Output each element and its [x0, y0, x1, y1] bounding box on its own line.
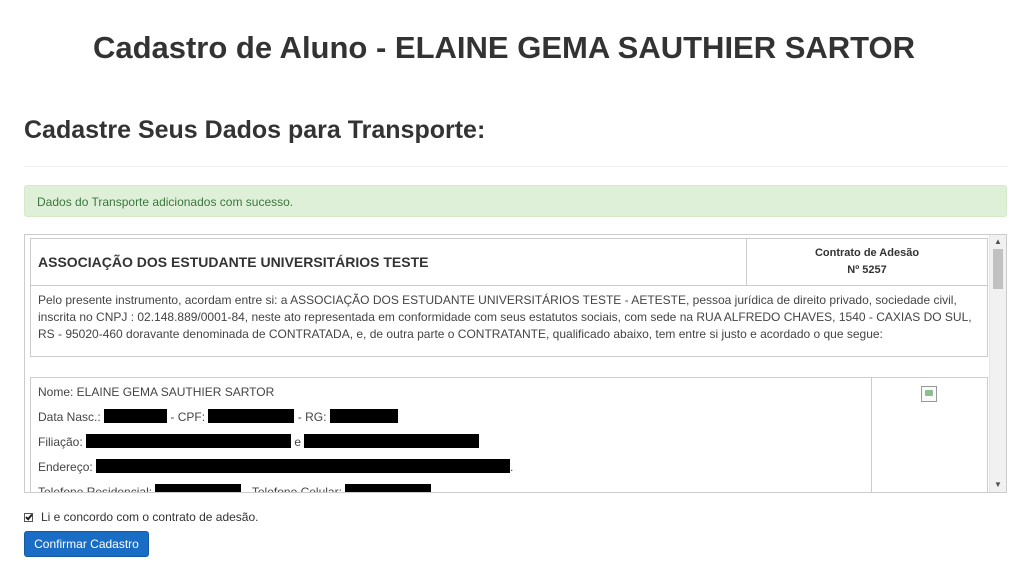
student-info-box: Nome: ELAINE GEMA SAUTHIER SARTOR Data N… — [30, 377, 988, 493]
cell-label: - Telefone Celular: — [244, 485, 342, 493]
address-label: Endereço: — [38, 460, 93, 474]
agreement-label: Li e concordo com o contrato de adesão. — [41, 510, 259, 524]
redacted-cpf — [208, 409, 295, 423]
scroll-up-icon[interactable]: ▲ — [990, 235, 1006, 249]
redacted-birth — [104, 409, 168, 423]
rg-label: - RG: — [297, 410, 327, 424]
success-alert: Dados do Transporte adicionados com suce… — [24, 185, 1007, 217]
contract-frame[interactable]: ASSOCIAÇÃO DOS ESTUDANTE UNIVERSITÁRIOS … — [24, 234, 1007, 493]
contract-text: Pelo presente instrumento, acordam entre… — [30, 286, 988, 357]
contract-number: Nº 5257 — [847, 264, 887, 276]
contract-number-box: Contrato de Adesão Nº 5257 — [747, 239, 987, 285]
alert-message: Dados do Transporte adicionados com suce… — [37, 195, 294, 209]
redacted-parent-1 — [86, 434, 292, 448]
contract-header: ASSOCIAÇÃO DOS ESTUDANTE UNIVERSITÁRIOS … — [30, 238, 988, 286]
divider — [24, 166, 1007, 167]
address-end: . — [510, 460, 514, 474]
redacted-address — [96, 459, 511, 473]
redacted-parent-2 — [304, 434, 480, 448]
filiation-label: Filiação: — [38, 435, 83, 449]
page-title: Cadastro de Aluno - ELAINE GEMA SAUTHIER… — [92, 30, 916, 65]
scroll-down-icon[interactable]: ▼ — [990, 478, 1006, 492]
filiation-sep: e — [294, 435, 302, 449]
agreement-checkbox[interactable] — [24, 512, 33, 522]
redacted-phone — [155, 484, 242, 492]
student-address: Endereço: . — [38, 459, 864, 484]
student-phones: Telefone Residencial: - Telefone Celular… — [38, 484, 864, 493]
agreement-row[interactable]: Li e concordo com o contrato de adesão. — [24, 510, 258, 524]
student-ids: Data Nasc.: - CPF: - RG: — [38, 409, 864, 434]
scroll-thumb[interactable] — [993, 249, 1003, 289]
section-title: Cadastre Seus Dados para Transporte: — [24, 116, 486, 144]
contract-type: Contrato de Adesão — [814, 247, 920, 259]
student-filiation: Filiação: e — [38, 434, 864, 459]
student-photo — [872, 378, 987, 492]
confirm-button[interactable]: Confirmar Cadastro — [24, 531, 149, 557]
broken-image-icon — [921, 386, 937, 402]
association-name: ASSOCIAÇÃO DOS ESTUDANTE UNIVERSITÁRIOS … — [31, 239, 747, 285]
redacted-rg — [329, 409, 398, 423]
birth-label: Data Nasc.: — [38, 410, 101, 424]
student-name: Nome: ELAINE GEMA SAUTHIER SARTOR — [38, 385, 275, 399]
phone-label: Telefone Residencial: — [38, 485, 153, 493]
student-info: Nome: ELAINE GEMA SAUTHIER SARTOR Data N… — [31, 378, 872, 493]
redacted-cell — [345, 484, 432, 492]
cpf-label: - CPF: — [170, 410, 206, 424]
contract-scrollbar[interactable]: ▲ ▼ — [989, 235, 1006, 492]
